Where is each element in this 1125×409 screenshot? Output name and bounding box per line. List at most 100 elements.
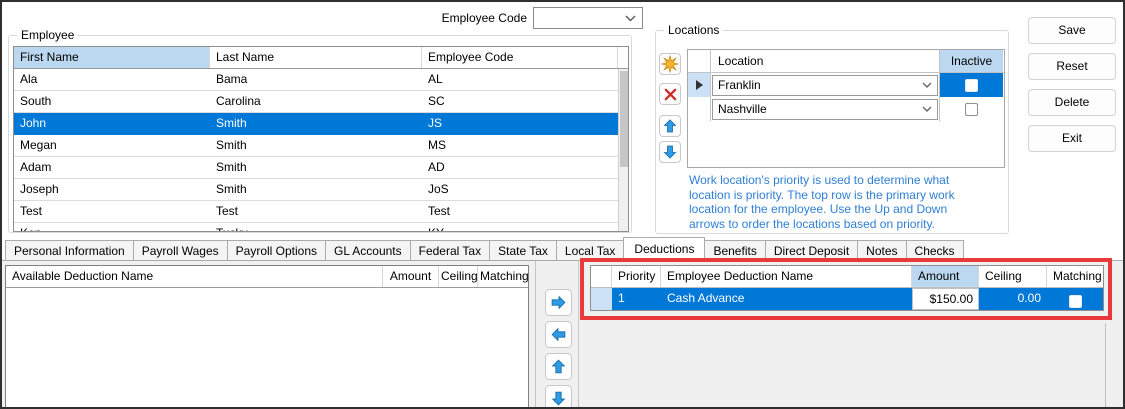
panel-divider	[535, 261, 536, 407]
cell-last-name: Smith	[210, 157, 422, 178]
cell-last-name: Bama	[210, 69, 422, 90]
cell-last-name: Tucky	[210, 223, 422, 231]
inactive-cell-selected	[940, 73, 1003, 97]
row-selector-header	[591, 266, 612, 287]
cell-first-name: Ala	[14, 69, 210, 90]
scrollbar-thumb[interactable]	[620, 71, 628, 167]
cell-first-name: Ken	[14, 223, 210, 231]
cell-first-name: Megan	[14, 135, 210, 156]
employee-grid-scrollbar[interactable]	[618, 69, 628, 231]
column-header-matching: Matching	[1047, 266, 1103, 287]
tab-personal-information[interactable]: Personal Information	[5, 240, 134, 261]
column-header-location: Location	[711, 50, 940, 72]
tab-notes[interactable]: Notes	[857, 240, 906, 261]
employee-group-title: Employee	[17, 28, 78, 42]
tab-direct-deposit[interactable]: Direct Deposit	[765, 240, 858, 261]
employee-row-selected[interactable]: John Smith JS	[14, 113, 618, 135]
employee-row[interactable]: Test Test Test	[14, 201, 618, 223]
locations-help-text: Work location's priority is used to dete…	[689, 173, 1007, 231]
employee-row[interactable]: Adam Smith AD	[14, 157, 618, 179]
matching-checkbox[interactable]	[1069, 295, 1082, 308]
cell-last-name: Carolina	[210, 91, 422, 112]
employee-row[interactable]: Ala Bama AL	[14, 69, 618, 91]
tab-checks[interactable]: Checks	[906, 240, 964, 261]
tab-federal-tax[interactable]: Federal Tax	[410, 240, 490, 261]
move-location-up-button[interactable]	[659, 115, 681, 137]
tab-deductions-active[interactable]: Deductions	[623, 237, 705, 262]
location-row-current[interactable]: Franklin	[688, 73, 1004, 97]
location-combobox[interactable]: Nashville	[712, 99, 938, 120]
location-cell: Franklin	[711, 73, 940, 97]
arrow-down-icon	[662, 144, 678, 160]
move-deduction-down-button[interactable]	[545, 385, 572, 409]
move-location-down-button[interactable]	[659, 141, 681, 163]
employee-grid: First Name Last Name Employee Code Ala B…	[13, 46, 629, 232]
panel-divider	[578, 261, 579, 407]
cell-last-name: Smith	[210, 113, 422, 134]
cell-first-name: Joseph	[14, 179, 210, 200]
locations-group: Locations Location Inactive	[655, 30, 1009, 234]
column-header-first-name[interactable]: First Name	[14, 47, 210, 68]
tab-payroll-options[interactable]: Payroll Options	[227, 240, 326, 261]
help-line: location for the employee. Use the Up an…	[689, 202, 1007, 217]
cell-last-name: Smith	[210, 179, 422, 200]
location-row[interactable]: Nashville	[688, 97, 1004, 121]
inactive-checkbox[interactable]	[965, 103, 978, 116]
cell-last-name: Smith	[210, 135, 422, 156]
employee-group: Employee First Name Last Name Employee C…	[8, 35, 632, 233]
column-header-last-name[interactable]: Last Name	[210, 47, 422, 68]
cell-employee-code: AL	[422, 69, 618, 90]
employee-code-combobox[interactable]	[533, 7, 643, 29]
employee-row-clipped[interactable]: Ken Tucky KY	[14, 223, 618, 231]
move-deduction-up-button[interactable]	[545, 353, 572, 380]
amount-edit-cell[interactable]: $150.00	[912, 288, 979, 310]
employee-row[interactable]: Megan Smith MS	[14, 135, 618, 157]
assigned-deductions-grid: Priority Employee Deduction Name Amount …	[590, 265, 1104, 311]
star-burst-icon	[661, 55, 679, 73]
tab-local-tax[interactable]: Local Tax	[556, 240, 624, 261]
cell-ceiling: 0.00	[979, 288, 1047, 310]
assign-deduction-button[interactable]	[545, 289, 572, 316]
row-selector-header	[688, 50, 711, 72]
current-row-arrow-icon	[696, 80, 703, 90]
location-combobox[interactable]: Franklin	[712, 75, 938, 96]
column-header-employee-code[interactable]: Employee Code	[422, 47, 618, 68]
employee-grid-header: First Name Last Name Employee Code	[14, 47, 628, 69]
cell-employee-code: JS	[422, 113, 618, 134]
save-button[interactable]: Save	[1028, 17, 1116, 44]
employee-grid-body: Ala Bama AL South Carolina SC John Smith…	[14, 69, 618, 231]
locations-grid-header: Location Inactive	[688, 50, 1004, 73]
reset-button[interactable]: Reset	[1028, 53, 1116, 80]
employee-maintenance-window: Employee Code Employee First Name Last N…	[0, 0, 1125, 409]
assigned-grid-header: Priority Employee Deduction Name Amount …	[591, 266, 1103, 288]
locations-group-title: Locations	[664, 23, 723, 37]
exit-button[interactable]: Exit	[1028, 125, 1116, 152]
row-selector-cell	[688, 97, 711, 121]
column-header-ceiling: Ceiling	[979, 266, 1047, 287]
column-header-inactive: Inactive	[940, 50, 1003, 72]
tab-state-tax[interactable]: State Tax	[489, 240, 557, 261]
cell-deduction-name: Cash Advance	[661, 288, 912, 310]
unassign-deduction-button[interactable]	[545, 321, 572, 348]
arrow-right-icon	[550, 294, 567, 311]
deductions-tab-panel: Available Deduction Name Amount Ceiling …	[2, 260, 1123, 407]
employee-row[interactable]: Joseph Smith JoS	[14, 179, 618, 201]
location-value: Franklin	[718, 78, 761, 92]
chevron-down-icon	[625, 15, 636, 22]
tab-gl-accounts[interactable]: GL Accounts	[325, 240, 411, 261]
delete-location-button[interactable]	[659, 83, 681, 105]
delete-button[interactable]: Delete	[1028, 89, 1116, 116]
cell-employee-code: SC	[422, 91, 618, 112]
cell-employee-code: AD	[422, 157, 618, 178]
cell-employee-code: MS	[422, 135, 618, 156]
inactive-checkbox[interactable]	[965, 79, 978, 92]
employee-row[interactable]: South Carolina SC	[14, 91, 618, 113]
new-location-button[interactable]	[659, 53, 681, 75]
tab-payroll-wages[interactable]: Payroll Wages	[133, 240, 228, 261]
tab-benefits[interactable]: Benefits	[704, 240, 765, 261]
cell-first-name: Test	[14, 201, 210, 222]
chevron-down-icon	[922, 82, 932, 88]
assigned-deduction-row-selected[interactable]: 1 Cash Advance $150.00 0.00	[591, 288, 1103, 310]
scrollbar-header-spacer	[618, 47, 628, 68]
column-header-amount: Amount	[912, 266, 979, 287]
